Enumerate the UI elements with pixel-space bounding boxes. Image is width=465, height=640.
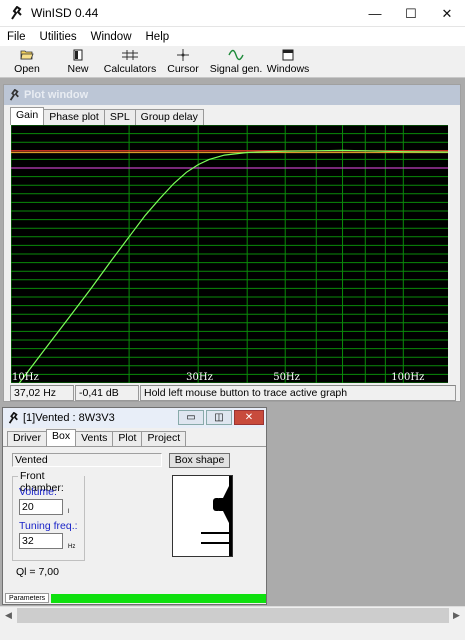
menu-bar: File Utilities Window Help	[0, 27, 465, 46]
box-restore-button[interactable]: ◫	[206, 410, 232, 425]
x-tick-label: 100Hz	[391, 372, 424, 383]
status-hint: Hold left mouse button to trace active g…	[140, 385, 456, 401]
app-icon	[8, 412, 18, 424]
signal-gen-button[interactable]: Signal gen.	[208, 46, 264, 78]
status-frequency: 37,02 Hz	[10, 385, 74, 401]
signal-gen-label: Signal gen.	[209, 63, 263, 75]
new-label: New	[67, 63, 89, 75]
gain-chart: 10Hz 30Hz 50Hz 100Hz	[11, 125, 448, 383]
cursor-button[interactable]: Cursor	[158, 46, 208, 78]
plot-window: Plot window Gain Phase plot SPL Group de…	[3, 84, 461, 402]
windows-button[interactable]: Windows	[264, 46, 312, 78]
box-panel: Vented Box shape Front chamber: Volume: …	[7, 448, 262, 595]
menu-help[interactable]: Help	[139, 31, 177, 43]
title-bar: WinISD 0.44 — ☐ ✕	[0, 0, 465, 27]
tab-phase-plot[interactable]: Phase plot	[43, 109, 105, 125]
new-button[interactable]: New	[54, 46, 102, 78]
tuning-freq-input[interactable]: 32	[19, 533, 63, 549]
box-window: [1]Vented : 8W3V3 ▭ ◫ ✕ Driver Box Vents…	[2, 407, 267, 605]
box-tabs: Driver Box Vents Plot Project	[3, 429, 266, 447]
open-button[interactable]: Open	[0, 46, 54, 78]
menu-file[interactable]: File	[0, 31, 33, 43]
plot-status-bar: 37,02 Hz -0,41 dB Hold left mouse button…	[10, 385, 458, 402]
x-tick-label: 10Hz	[12, 372, 39, 383]
box-type-field: Vented	[12, 453, 162, 467]
calculators-label: Calculators	[103, 63, 157, 75]
maximize-button[interactable]: ☐	[393, 0, 429, 27]
window-title: WinISD 0.44	[31, 6, 99, 20]
parameters-tab[interactable]: Parameters	[5, 593, 50, 603]
windows-icon	[282, 48, 294, 62]
volume-unit: l	[68, 509, 70, 515]
cursor-label: Cursor	[167, 63, 199, 75]
box-window-titlebar[interactable]: [1]Vented : 8W3V3 ▭ ◫ ✕	[3, 408, 266, 428]
tab-box[interactable]: Box	[46, 429, 77, 446]
tab-plot[interactable]: Plot	[112, 431, 143, 446]
volume-label: Volume:	[19, 486, 57, 498]
app-icon	[7, 4, 25, 22]
plot-window-title: Plot window	[24, 89, 89, 101]
tab-vents[interactable]: Vents	[75, 431, 114, 446]
box-close-button[interactable]: ✕	[234, 410, 264, 425]
box-window-title: [1]Vented : 8W3V3	[23, 412, 115, 424]
sine-wave-icon	[228, 48, 244, 62]
menu-utilities[interactable]: Utilities	[33, 31, 84, 43]
scroll-left-icon[interactable]: ◀	[0, 607, 17, 624]
tab-project[interactable]: Project	[141, 431, 187, 446]
close-button[interactable]: ✕	[429, 0, 465, 27]
tuning-freq-unit: Hz	[68, 544, 76, 550]
tab-group-delay[interactable]: Group delay	[134, 109, 204, 125]
tab-gain[interactable]: Gain	[10, 107, 45, 125]
ql-value: Ql = 7,00	[16, 566, 59, 578]
tab-driver[interactable]: Driver	[7, 431, 47, 446]
windows-label: Windows	[266, 63, 310, 75]
volume-input[interactable]: 20	[19, 499, 63, 515]
toolbar: Open New Calculators Cursor Signal gen. …	[0, 46, 465, 78]
bottom-strip	[0, 623, 465, 640]
box-shape-button[interactable]: Box shape	[169, 453, 230, 468]
progress-bar	[51, 593, 266, 603]
box-minimize-button[interactable]: ▭	[178, 410, 204, 425]
horizontal-scrollbar[interactable]: ◀ ▶	[0, 606, 465, 623]
new-file-icon	[73, 48, 83, 62]
plot-tabs: Gain Phase plot SPL Group delay	[4, 107, 460, 125]
crosshair-icon	[176, 48, 190, 62]
box-diagram	[172, 475, 233, 557]
calculator-icon	[122, 48, 138, 62]
menu-window[interactable]: Window	[84, 31, 139, 43]
tab-spl[interactable]: SPL	[103, 109, 136, 125]
box-footer: Parameters	[5, 593, 266, 603]
plot-window-titlebar[interactable]: Plot window	[4, 85, 460, 105]
x-tick-label: 50Hz	[273, 372, 300, 383]
front-chamber-group: Front chamber: Volume: 20 l Tuning freq.…	[12, 470, 85, 561]
tuning-freq-label: Tuning freq.:	[19, 520, 78, 532]
box-diagram-image	[201, 476, 232, 556]
gain-graph[interactable]: 10Hz 30Hz 50Hz 100Hz	[11, 125, 448, 383]
open-label: Open	[14, 63, 40, 75]
minimize-button[interactable]: —	[357, 0, 393, 27]
scroll-right-icon[interactable]: ▶	[448, 607, 465, 624]
status-gain: -0,41 dB	[75, 385, 139, 401]
app-icon	[9, 89, 19, 101]
x-tick-label: 30Hz	[186, 372, 213, 383]
calculators-button[interactable]: Calculators	[102, 46, 158, 78]
scroll-thumb[interactable]	[17, 608, 449, 623]
folder-icon	[20, 48, 34, 62]
